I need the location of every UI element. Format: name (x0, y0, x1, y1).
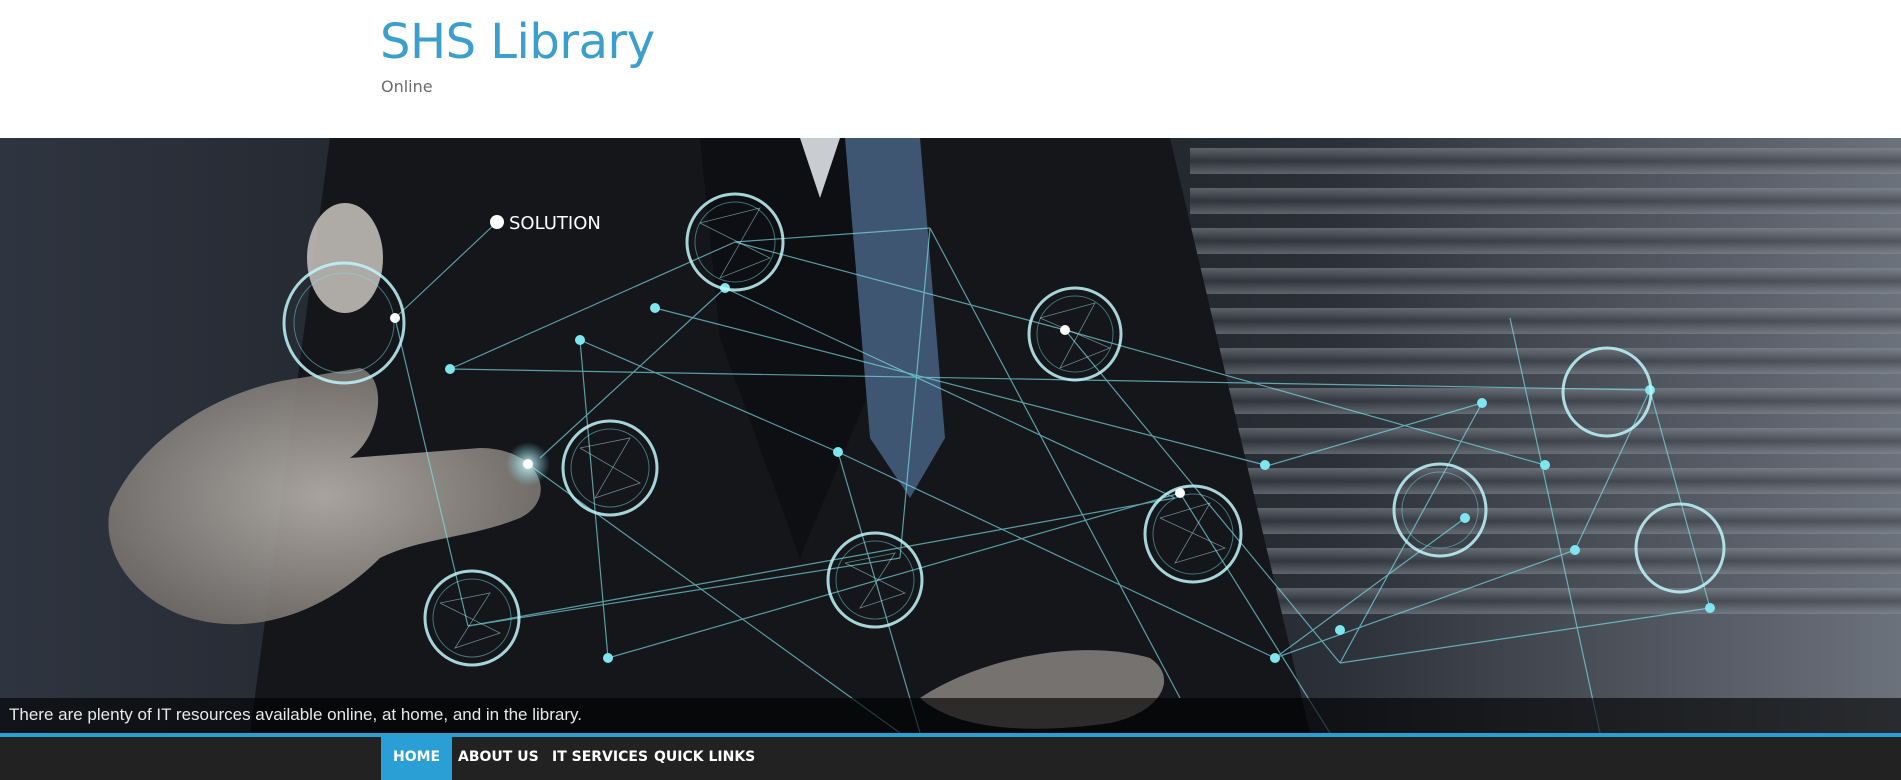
hero-overlay-label: SOLUTION (509, 213, 601, 234)
hero-banner: SOLUTION (0, 138, 1901, 733)
nav-item-about-us[interactable]: ABOUT US (446, 737, 551, 780)
main-navigation: HOME ABOUT US IT SERVICES QUICK LINKS (0, 737, 1901, 780)
site-title[interactable]: SHS Library (380, 14, 655, 70)
nav-item-home[interactable]: HOME (381, 737, 453, 780)
hero-caption: There are plenty of IT resources availab… (9, 705, 582, 724)
hero-caption-bar: There are plenty of IT resources availab… (0, 698, 1901, 733)
site-tagline: Online (381, 77, 433, 96)
hero-image: SOLUTION (0, 138, 1901, 733)
nav-item-quick-links[interactable]: QUICK LINKS (642, 737, 767, 780)
site-header: SHS Library Online (0, 0, 1901, 138)
